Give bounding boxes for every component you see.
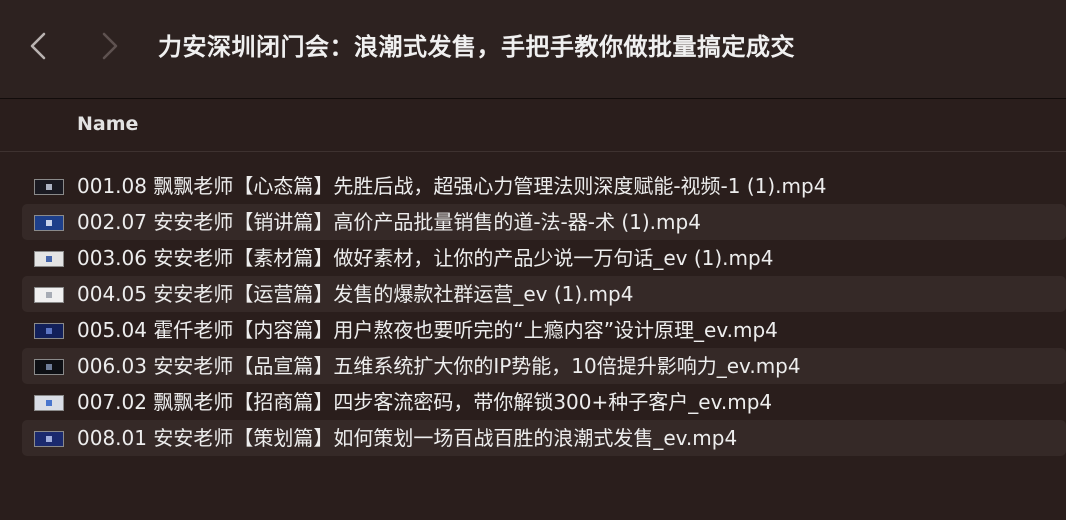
file-name: 005.04 霍仟老师【内容篇】用户熬夜也要听完的“上瘾内容”设计原理_ev.m… xyxy=(77,318,778,342)
video-thumbnail-icon xyxy=(34,215,64,231)
thumbnail-fill xyxy=(35,252,63,266)
thumbnail-mark xyxy=(46,400,52,406)
file-name: 003.06 安安老师【素材篇】做好素材，让你的产品少说一万句话_ev (1).… xyxy=(77,246,774,270)
file-row[interactable]: 003.06 安安老师【素材篇】做好素材，让你的产品少说一万句话_ev (1).… xyxy=(22,240,1066,276)
forward-button[interactable] xyxy=(92,28,128,64)
file-name: 006.03 安安老师【品宣篇】五维系统扩大你的IP势能，10倍提升影响力_ev… xyxy=(77,354,801,378)
file-name: 002.07 安安老师【销讲篇】高价产品批量销售的道-法-器-术 (1).mp4 xyxy=(77,210,701,234)
file-name: 001.08 飘飘老师【心态篇】先胜后战，超强心力管理法则深度赋能-视频-1 (… xyxy=(77,174,827,198)
video-thumbnail-icon xyxy=(34,287,64,303)
thumbnail-mark xyxy=(46,292,52,298)
thumbnail-mark xyxy=(46,256,52,262)
thumbnail-fill xyxy=(35,288,63,302)
video-thumbnail-icon xyxy=(34,323,64,339)
video-thumbnail-icon xyxy=(34,359,64,375)
toolbar: 力安深圳闭门会：浪潮式发售，手把手教你做批量搞定成交 xyxy=(0,0,1066,99)
column-header-name[interactable]: Name xyxy=(77,113,138,135)
thumbnail-fill xyxy=(35,216,63,230)
file-name: 004.05 安安老师【运营篇】发售的爆款社群运营_ev (1).mp4 xyxy=(77,282,634,306)
thumbnail-mark xyxy=(46,364,52,370)
file-row[interactable]: 007.02 飘飘老师【招商篇】四步客流密码，带你解锁300+种子客户_ev.m… xyxy=(22,384,1066,420)
back-button[interactable] xyxy=(20,28,56,64)
chevron-right-icon xyxy=(101,31,119,61)
thumbnail-fill xyxy=(35,360,63,374)
thumbnail-fill xyxy=(35,180,63,194)
thumbnail-fill xyxy=(35,396,63,410)
video-thumbnail-icon xyxy=(34,179,64,195)
file-row[interactable]: 005.04 霍仟老师【内容篇】用户熬夜也要听完的“上瘾内容”设计原理_ev.m… xyxy=(22,312,1066,348)
window-title: 力安深圳闭门会：浪潮式发售，手把手教你做批量搞定成交 xyxy=(158,33,795,61)
file-row[interactable]: 008.01 安安老师【策划篇】如何策划一场百战百胜的浪潮式发售_ev.mp4 xyxy=(22,420,1066,456)
video-thumbnail-icon xyxy=(34,431,64,447)
thumbnail-mark xyxy=(46,328,52,334)
thumbnail-mark xyxy=(46,436,52,442)
finder-window: 力安深圳闭门会：浪潮式发售，手把手教你做批量搞定成交 Name 001.08 飘… xyxy=(0,0,1066,520)
thumbnail-fill xyxy=(35,432,63,446)
file-row[interactable]: 004.05 安安老师【运营篇】发售的爆款社群运营_ev (1).mp4 xyxy=(22,276,1066,312)
file-list: 001.08 飘飘老师【心态篇】先胜后战，超强心力管理法则深度赋能-视频-1 (… xyxy=(0,168,1066,456)
video-thumbnail-icon xyxy=(34,251,64,267)
file-name: 008.01 安安老师【策划篇】如何策划一场百战百胜的浪潮式发售_ev.mp4 xyxy=(77,426,738,450)
thumbnail-mark xyxy=(46,184,52,190)
file-name: 007.02 飘飘老师【招商篇】四步客流密码，带你解锁300+种子客户_ev.m… xyxy=(77,390,773,414)
file-row[interactable]: 002.07 安安老师【销讲篇】高价产品批量销售的道-法-器-术 (1).mp4 xyxy=(22,204,1066,240)
file-row[interactable]: 001.08 飘飘老师【心态篇】先胜后战，超强心力管理法则深度赋能-视频-1 (… xyxy=(22,168,1066,204)
thumbnail-mark xyxy=(46,220,52,226)
video-thumbnail-icon xyxy=(34,395,64,411)
thumbnail-fill xyxy=(35,324,63,338)
file-row[interactable]: 006.03 安安老师【品宣篇】五维系统扩大你的IP势能，10倍提升影响力_ev… xyxy=(22,348,1066,384)
list-header: Name xyxy=(0,99,1066,152)
chevron-left-icon xyxy=(29,31,47,61)
